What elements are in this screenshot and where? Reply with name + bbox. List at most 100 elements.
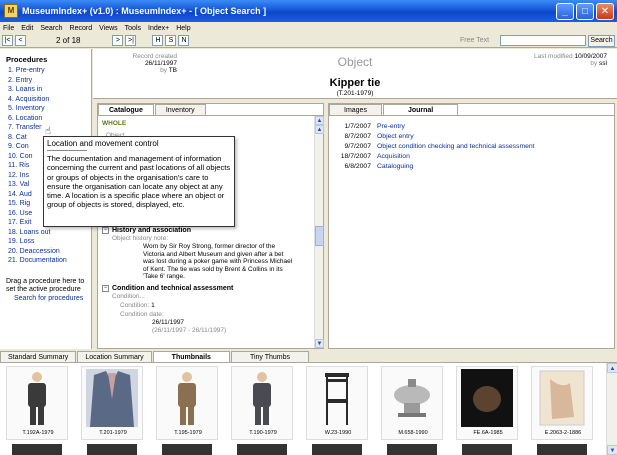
thumbnail-next-row[interactable] — [537, 444, 587, 455]
thumbnail-suit-figure[interactable]: T.195-1979 — [156, 366, 218, 440]
thumbnail-scrollbar[interactable]: ▲ ▼ — [606, 363, 617, 455]
procedure-item[interactable]: 3. Loans in — [8, 85, 91, 95]
thumbnail-next-row[interactable] — [87, 444, 137, 455]
thumbnail-print[interactable]: E.2063-2-1886 — [531, 366, 593, 440]
view-n-button[interactable]: N — [178, 35, 190, 46]
procedure-item[interactable]: 2. Entry — [8, 76, 91, 86]
thumbnail-jacket[interactable]: T.201-1979 — [81, 366, 143, 440]
thumbnail-next-row[interactable] — [162, 444, 212, 455]
tab-location-summary[interactable]: Location Summary — [77, 351, 152, 362]
tab-inventory[interactable]: Inventory — [154, 104, 206, 115]
search-procedures-link[interactable]: Search for procedures — [14, 295, 91, 304]
procedure-item[interactable]: 6. Location — [8, 114, 91, 124]
thumbnail-image — [386, 369, 438, 427]
procedure-item[interactable]: 1. Pre-entry — [8, 66, 91, 76]
journal-panel: Images Journal 1/7/2007 Pre-entry 8/7/2007… — [328, 103, 615, 349]
menu-tools[interactable]: Tools — [125, 25, 141, 32]
view-s-button[interactable]: S — [165, 35, 177, 46]
tooltip-body: The documentation and management of info… — [47, 154, 231, 210]
journal-entry[interactable]: 8/7/2007 Object entry — [329, 132, 614, 142]
thumbnail-next-row[interactable] — [12, 444, 62, 455]
journal-entry[interactable]: 18/7/2007 Acquisition — [329, 152, 614, 162]
journal-event-link[interactable]: Acquisition — [377, 152, 410, 162]
record-last-modified: Last modified 10/09/2007 by ssl — [533, 53, 607, 67]
prev-record-button[interactable]: < — [15, 35, 26, 46]
free-text-input[interactable] — [500, 35, 586, 46]
thumbnail-caption: M.658-1990 — [398, 430, 428, 436]
menu-file[interactable]: File — [3, 25, 14, 32]
procedure-item[interactable]: 20. Deaccession — [8, 247, 91, 257]
collapse-icon[interactable]: − — [102, 227, 109, 234]
tab-tiny-thumbs[interactable]: Tiny Thumbs — [230, 351, 310, 362]
thumbnail-next-row[interactable] — [312, 444, 362, 455]
menu-bar: File Edit Search Record Views Tools Inde… — [0, 22, 617, 34]
history-section-header[interactable]: − History and association — [102, 227, 323, 234]
procedure-item[interactable]: 19. Loss — [8, 237, 91, 247]
thumbnail-next-row[interactable] — [462, 444, 512, 455]
thumbnail-image — [86, 369, 138, 427]
journal-entry[interactable]: 6/8/2007 Cataloguing — [329, 162, 614, 172]
tab-thumbnails[interactable]: Thumbnails — [152, 351, 230, 362]
object-number: (T.201-1979) — [336, 90, 374, 97]
thumbnail-image — [161, 369, 213, 427]
summary-tabs: Standard Summary Location Summary Thumbn… — [0, 351, 617, 363]
scroll-thumb[interactable] — [315, 226, 324, 246]
catalogue-tabs: Catalogue Inventory — [98, 104, 323, 116]
journal-event-link[interactable]: Object entry — [377, 132, 414, 142]
record-navigation-bar: |< < 2 of 18 > >| H S N Free Text Search — [0, 34, 617, 48]
close-button[interactable]: ✕ — [596, 2, 614, 20]
thumbnail-suit-figure[interactable]: T.192A-1979 — [6, 366, 68, 440]
journal-event-link[interactable]: Pre-entry — [377, 122, 405, 132]
tab-images[interactable]: Images — [329, 104, 382, 115]
menu-views[interactable]: Views — [99, 25, 118, 32]
collapse-icon[interactable]: − — [102, 284, 109, 292]
object-name: Kipper tie — [329, 77, 381, 89]
tab-journal[interactable]: Journal — [382, 104, 459, 115]
condition-group-label: Condition... — [112, 292, 145, 300]
app-icon: M — [4, 4, 18, 18]
thumbnail-next-row[interactable] — [237, 444, 287, 455]
thumbnail-pot[interactable]: FE.6A-1985 — [456, 366, 518, 440]
view-h-button[interactable]: H — [152, 35, 164, 46]
thumbnail-next-row[interactable] — [387, 444, 437, 455]
scroll-down-icon[interactable]: ▼ — [607, 445, 617, 455]
hand-cursor-icon: ☝ — [45, 126, 52, 137]
procedure-item[interactable]: 4. Acquisition — [8, 95, 91, 105]
thumbnail-suit-figure[interactable]: T.190-1979 — [231, 366, 293, 440]
tab-catalogue[interactable]: Catalogue — [98, 104, 154, 115]
condition-section-header[interactable]: − Condition and technical assessment — [102, 284, 323, 292]
thumbnail-image — [236, 369, 288, 427]
catalogue-scrollbar[interactable]: ▲ ▲ ▼ — [314, 116, 324, 348]
search-button[interactable]: Search — [588, 34, 615, 47]
menu-record[interactable]: Record — [70, 25, 93, 32]
scroll-down-icon[interactable]: ▼ — [315, 339, 324, 348]
scroll-up-icon[interactable]: ▲ — [315, 125, 324, 134]
scroll-up-icon[interactable]: ▲ — [315, 116, 324, 125]
menu-edit[interactable]: Edit — [21, 25, 33, 32]
condition-date-range: (26/11/1997 - 26/11/1997) — [152, 326, 227, 334]
procedure-item[interactable]: 18. Loans out — [8, 228, 91, 238]
journal-entry[interactable]: 9/7/2007 Object condition checking and te… — [329, 142, 614, 152]
thumbnail-chair[interactable]: W.23-1990 — [306, 366, 368, 440]
menu-help[interactable]: Help — [176, 25, 190, 32]
thumbnail-urn[interactable]: M.658-1990 — [381, 366, 443, 440]
next-record-button[interactable]: > — [112, 35, 124, 46]
first-record-button[interactable]: |< — [2, 35, 13, 46]
procedure-item[interactable]: 5. Inventory — [8, 104, 91, 114]
menu-indexplus[interactable]: Index+ — [148, 25, 169, 32]
whole-section-label: WHOLE — [102, 120, 127, 127]
tab-standard-summary[interactable]: Standard Summary — [0, 351, 77, 362]
menu-search[interactable]: Search — [40, 25, 62, 32]
last-record-button[interactable]: >| — [125, 35, 137, 46]
minimize-button[interactable]: _ — [556, 2, 574, 20]
procedure-drop-hint: Drag a procedure here to set the active … — [6, 277, 85, 294]
procedure-item[interactable]: 21. Documentation — [8, 256, 91, 266]
journal-entry[interactable]: 1/7/2007 Pre-entry — [329, 122, 614, 132]
journal-date: 8/7/2007 — [344, 133, 371, 140]
maximize-button[interactable]: □ — [576, 2, 594, 20]
journal-event-link[interactable]: Object condition checking and technical … — [377, 142, 535, 152]
journal-event-link[interactable]: Cataloguing — [377, 162, 413, 172]
tooltip-divider — [47, 150, 87, 151]
thumbnail-caption: T.190-1979 — [249, 430, 277, 436]
scroll-up-icon[interactable]: ▲ — [607, 363, 617, 373]
